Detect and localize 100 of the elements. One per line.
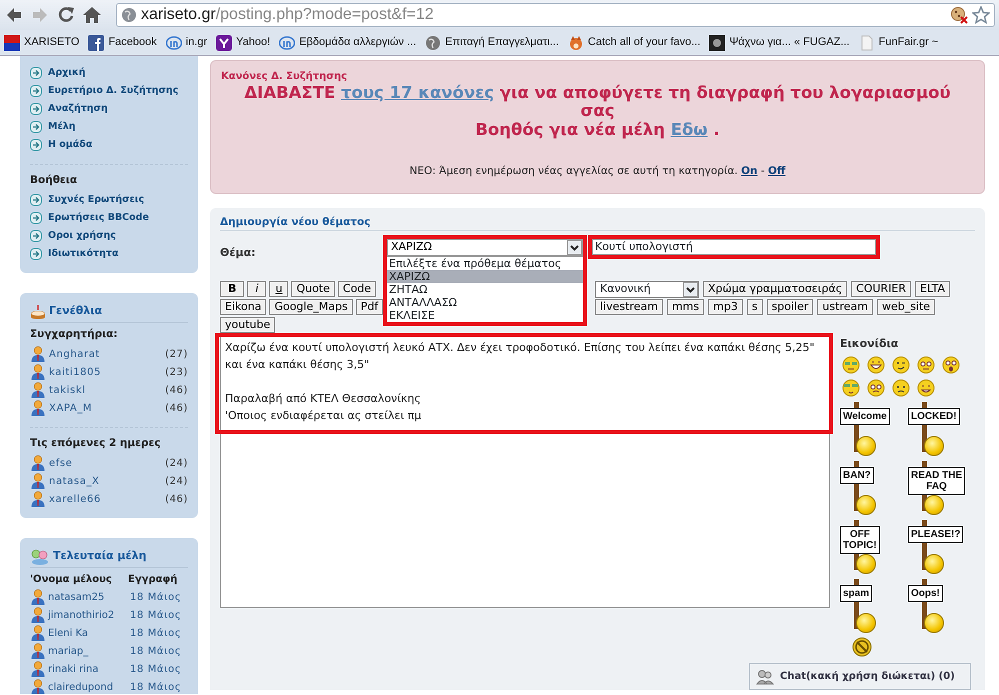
sign-smiley[interactable]: Welcome (840, 402, 898, 458)
dropdown-option[interactable]: Επιλέξτε ένα πρόθεμα θέματος (387, 257, 583, 270)
sidebar-link[interactable]: Μέλη (30, 118, 188, 136)
dropdown-option[interactable]: ΖΗΤΑΩ (387, 283, 583, 296)
dropdown-option[interactable]: ΧΑΡΙΖΩ (387, 270, 583, 283)
user-icon (30, 491, 46, 507)
format-button[interactable]: Pdf (356, 299, 384, 315)
sign-smiley[interactable]: PLEASE!? (908, 520, 966, 576)
user-icon (30, 382, 46, 398)
off-link[interactable]: Off (768, 165, 786, 177)
url-text: xariseto.gr/posting.php?mode=post&f=12 (141, 5, 435, 25)
member-row[interactable]: clairedupond 18 Μάιος (30, 678, 188, 694)
format-button[interactable]: B (220, 281, 244, 297)
smiley-icon[interactable] (867, 378, 885, 396)
member-row[interactable]: takiskl (46) (30, 381, 188, 399)
smiley-icon[interactable] (942, 356, 960, 374)
smilies-title: Εικονίδια (840, 336, 900, 352)
cookie-blocked-icon[interactable] (950, 6, 968, 24)
cake-icon (30, 304, 46, 320)
smiley-icon[interactable] (867, 356, 885, 374)
smiley-icon[interactable] (892, 356, 910, 374)
page-icon (858, 34, 875, 50)
format-button[interactable]: COURIER (851, 281, 912, 297)
bookmark-item[interactable]: Catch all of your favo... (568, 34, 700, 51)
arrow-circle-icon (30, 139, 42, 151)
bookmark-item[interactable]: Yahoo! (216, 34, 270, 51)
smiley-icon[interactable] (917, 378, 935, 396)
bookmark-item[interactable]: in.gr (166, 34, 208, 51)
chat-bar[interactable]: Chat(κακή χρήση διώκεται) (0) (749, 663, 971, 690)
member-row[interactable]: Angharat (27) (30, 345, 188, 363)
format-button[interactable]: Google_Maps (269, 299, 353, 315)
smiley-icon[interactable] (917, 356, 935, 374)
sign-smiley[interactable]: LOCKED! (908, 402, 966, 458)
notice-title: Κανόνες Δ. Συζήτησης (221, 70, 348, 84)
format-button[interactable]: mms (666, 299, 704, 315)
bookmark-item[interactable]: Εβδομάδα αλλεργιών ... (279, 34, 416, 51)
bookmark-item[interactable]: Facebook (88, 34, 157, 51)
font-size-dropdown[interactable]: Κανονική (595, 281, 699, 298)
format-button[interactable]: Eikona (220, 299, 266, 315)
sidebar-link[interactable]: Αναζήτηση (30, 100, 188, 118)
bookmark-item[interactable]: XARISETO (4, 34, 80, 51)
format-button[interactable]: Quote (291, 281, 335, 297)
reload-icon[interactable] (56, 5, 76, 25)
user-icon (30, 364, 46, 380)
in-logo-icon (166, 34, 182, 50)
user-icon (30, 589, 46, 605)
sidebar-link[interactable]: Ιδιωτικότητα (30, 245, 188, 263)
format-button[interactable]: mp3 (708, 299, 743, 315)
smiley-icon[interactable] (892, 378, 910, 396)
format-button[interactable]: ELTA (915, 281, 950, 297)
dropdown-option[interactable]: ΕΚΛΕΙΣΕ (387, 309, 583, 322)
format-button[interactable]: s (746, 299, 763, 315)
member-row[interactable]: XAPA_M (46) (30, 399, 188, 417)
user-icon (30, 473, 46, 489)
message-field[interactable]: Χαρίζω ένα κουτί υπολογιστή λευκό ΑΤΧ. Δεν έχει τροφοδοτικό. Επίσης του λείπει ένα καπάκι θέσης 5,25" και ένα καπάκι θέσης 3,5" Παραλαβή από ΚΤΕΛ Θεσσαλονίκης 'Οποιος ενδιαφέρεται ας στείλει πμ (220, 336, 830, 608)
user-icon (30, 625, 46, 641)
star-icon[interactable] (972, 6, 990, 24)
sidebar-link[interactable]: Ερωτήσεις BBCode (30, 209, 188, 227)
section-heading: Τις επόμενες 2 ημερες (30, 436, 162, 451)
format-button[interactable]: spoiler (766, 299, 814, 315)
sign-smiley[interactable]: OFF TOPIC! (840, 520, 898, 576)
member-row[interactable]: xarelle66 (46) (30, 490, 188, 508)
member-row[interactable]: rinaki rina 18 Μάιος (30, 660, 188, 678)
format-button[interactable]: u (269, 281, 288, 297)
facebook-icon (88, 34, 104, 50)
on-link[interactable]: On (741, 165, 758, 177)
format-button[interactable]: livestream (595, 299, 663, 315)
sign-smiley[interactable]: spam (840, 578, 898, 634)
address-bar[interactable]: xariseto.gr/posting.php?mode=post&f=12 (116, 3, 995, 27)
format-button[interactable]: web_site (876, 299, 936, 315)
format-button[interactable]: Code (338, 281, 376, 297)
bookmark-item[interactable]: Επιταγή Επαγγελματι... (425, 34, 559, 51)
bookmark-item[interactable]: Ψάχνω για... « FUGAZ... (709, 34, 850, 51)
bookmark-item[interactable]: FunFair.gr ~ (858, 34, 938, 51)
member-row[interactable]: natasam25 18 Μάιος (30, 588, 188, 606)
format-button[interactable]: Χρώμα γραμματοσειράς (703, 281, 848, 297)
sidebar-link[interactable]: Συχνές Ερωτήσεις (30, 191, 188, 209)
format-button[interactable]: ustream (817, 299, 873, 315)
format-button[interactable]: i (247, 281, 266, 297)
member-row[interactable]: mariap_ 18 Μάιος (30, 642, 188, 660)
sidebar-link[interactable]: Αρχική (30, 64, 188, 82)
member-row[interactable]: kaiti1805 (23) (30, 363, 188, 381)
format-button[interactable]: youtube (220, 317, 276, 333)
section-heading: Βοήθεια (30, 173, 78, 188)
prefix-dropdown[interactable]: ΧΑΡΙΖΩ (387, 239, 583, 256)
home-icon[interactable] (82, 5, 102, 25)
subject-field[interactable]: Κουτί υπολογιστή (592, 239, 876, 255)
sidebar-link[interactable]: Η ομάδα (30, 136, 188, 154)
member-row[interactable]: Eleni Ka 18 Μάιος (30, 624, 188, 642)
member-row[interactable]: jimanothirio2 18 Μάιος (30, 606, 188, 624)
sign-smiley[interactable]: BAN? (840, 460, 898, 516)
sidebar-link[interactable]: Οροι χρήσης (30, 227, 188, 245)
sign-smiley[interactable]: Oops! (908, 578, 966, 634)
no-sign-smiley-icon[interactable] (852, 637, 872, 658)
sign-smiley[interactable]: READ THE FAQ (908, 460, 966, 516)
dropdown-option[interactable]: ΑΝΤΑΛΛΑΣΩ (387, 296, 583, 309)
arrow-circle-icon (30, 212, 42, 224)
sidebar-link[interactable]: Ευρετήριο Δ. Συζήτησης (30, 82, 188, 100)
member-row[interactable]: efse (24) (30, 454, 188, 472)
member-row[interactable]: natasa_X (24) (30, 472, 188, 490)
